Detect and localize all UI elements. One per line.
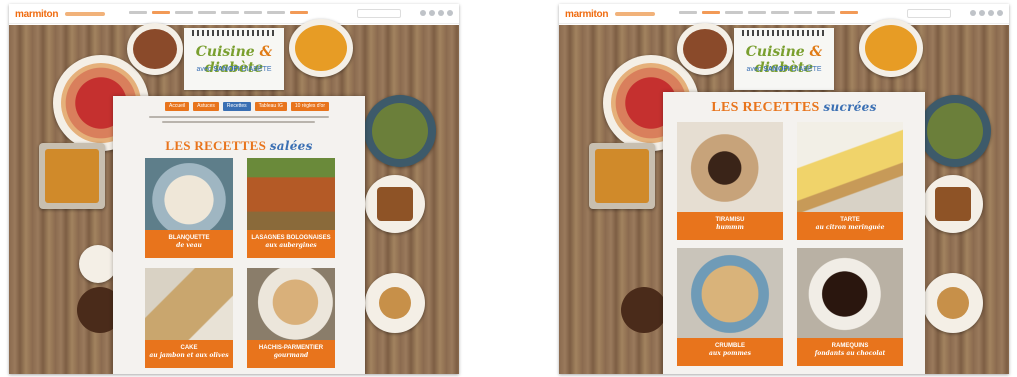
- nav-link[interactable]: [725, 11, 743, 14]
- recipe-label: RAMEQUINS fondants au chocolat: [797, 338, 903, 366]
- social-icons: [970, 10, 1003, 16]
- section-tabs: Accueil Astuces Recettes Tableau IG 10 r…: [165, 102, 329, 111]
- nav-link[interactable]: [129, 11, 147, 14]
- cake-plate: [923, 175, 983, 233]
- small-plate: [79, 245, 117, 283]
- recipe-card[interactable]: CRUMBLE aux pommes: [677, 248, 783, 366]
- nav-link[interactable]: [748, 11, 766, 14]
- recipe-card[interactable]: TARTE au citron meringuée: [797, 122, 903, 240]
- social-icons: [420, 10, 453, 16]
- soup-bowl: [859, 19, 923, 77]
- tab-accueil[interactable]: Accueil: [165, 102, 190, 111]
- recipe-card[interactable]: LASAGNES BOLOGNAISES aux aubergines: [247, 158, 335, 258]
- twitter-icon[interactable]: [429, 10, 435, 16]
- nav-link[interactable]: [221, 11, 239, 14]
- nav-link[interactable]: [267, 11, 285, 14]
- recipe-card[interactable]: TIRAMISU hummm: [677, 122, 783, 240]
- recipe-photo: [677, 122, 783, 214]
- recipe-label: CRUMBLE aux pommes: [677, 338, 783, 366]
- site-header: marmiton: [559, 4, 1009, 24]
- main-nav: [129, 11, 308, 14]
- gratin: [589, 143, 655, 209]
- pinterest-icon[interactable]: [988, 10, 994, 16]
- tab-astuces[interactable]: Astuces: [193, 102, 219, 111]
- banner-subtitle: avec SANOFI DIABÈTE: [196, 66, 272, 73]
- recipe-card[interactable]: BLANQUETTE de veau: [145, 158, 233, 258]
- recipe-photo: [247, 158, 335, 234]
- pinterest-icon[interactable]: [438, 10, 444, 16]
- notebook-rings: [742, 30, 826, 36]
- gratin: [39, 143, 105, 209]
- recipe-label: TARTE au citron meringuée: [797, 212, 903, 240]
- banner-subtitle: avec SANOFI DIABÈTE: [746, 66, 822, 73]
- salad-pot: [364, 95, 436, 167]
- pastry-plate: [923, 273, 983, 333]
- mail-icon[interactable]: [997, 10, 1003, 16]
- tab-tableau-ig[interactable]: Tableau IG: [254, 102, 287, 111]
- recipe-photo: [677, 248, 783, 340]
- recipe-card[interactable]: HACHIS-PARMENTIER gourmand: [247, 268, 335, 368]
- nav-link[interactable]: [794, 11, 812, 14]
- facebook-icon[interactable]: [420, 10, 426, 16]
- pastry-plate: [365, 273, 425, 333]
- logo-tagline: [65, 12, 105, 16]
- bowl: [677, 23, 733, 75]
- nav-link-highlight[interactable]: [840, 11, 858, 14]
- search-input[interactable]: [357, 9, 401, 18]
- tab-recettes[interactable]: Recettes: [222, 102, 251, 111]
- soup-bowl: [289, 19, 353, 77]
- nav-link-active[interactable]: [702, 11, 720, 14]
- recipe-photo: [145, 268, 233, 344]
- tab-regles-or[interactable]: 10 règles d'or: [290, 102, 329, 111]
- recipes-panel: LES RECETTES sucrées TIRAMISU hummm TARTE…: [663, 92, 925, 374]
- section-heading: LES RECETTES salées: [165, 138, 313, 153]
- recipe-card[interactable]: CAKE au jambon et aux olives: [145, 268, 233, 368]
- recipe-label: HACHIS-PARMENTIER gourmand: [247, 340, 335, 368]
- site-header: marmiton: [9, 4, 459, 24]
- screenshot-sucrees: marmiton Cuisine & diabète avec SANOFI D…: [559, 4, 1009, 374]
- recipe-label: LASAGNES BOLOGNAISES aux aubergines: [247, 230, 335, 258]
- nav-link-highlight[interactable]: [290, 11, 308, 14]
- nav-link[interactable]: [175, 11, 193, 14]
- screenshot-salees: marmiton Cuisine & diabète avec SANOFI D…: [9, 4, 459, 374]
- recipe-card[interactable]: RAMEQUINS fondants au chocolat: [797, 248, 903, 366]
- marmiton-logo[interactable]: marmiton: [15, 9, 58, 20]
- notebook-rings: [192, 30, 276, 36]
- notebook-banner: Cuisine & diabète avec SANOFI DIABÈTE: [184, 28, 284, 90]
- recipe-photo: [797, 122, 903, 214]
- recipe-photo: [247, 268, 335, 344]
- main-nav: [679, 11, 858, 14]
- section-heading: LES RECETTES sucrées: [711, 100, 877, 115]
- nav-link[interactable]: [771, 11, 789, 14]
- twitter-icon[interactable]: [979, 10, 985, 16]
- chocolates: [621, 287, 667, 333]
- nav-link[interactable]: [817, 11, 835, 14]
- nav-link[interactable]: [679, 11, 697, 14]
- notebook-banner: Cuisine & diabète avec SANOFI DIABÈTE: [734, 28, 834, 90]
- cake-plate: [365, 175, 425, 233]
- recipe-photo: [145, 158, 233, 234]
- search-input[interactable]: [907, 9, 951, 18]
- salad-pot: [919, 95, 991, 167]
- nav-link-active[interactable]: [152, 11, 170, 14]
- recipes-panel: Accueil Astuces Recettes Tableau IG 10 r…: [113, 96, 365, 374]
- recipe-photo: [797, 248, 903, 340]
- recipe-label: CAKE au jambon et aux olives: [145, 340, 233, 368]
- nav-link[interactable]: [244, 11, 262, 14]
- facebook-icon[interactable]: [970, 10, 976, 16]
- logo-tagline: [615, 12, 655, 16]
- nav-link[interactable]: [198, 11, 216, 14]
- intro-text: [149, 116, 329, 126]
- marmiton-logo[interactable]: marmiton: [565, 9, 608, 20]
- mail-icon[interactable]: [447, 10, 453, 16]
- recipe-label: TIRAMISU hummm: [677, 212, 783, 240]
- recipe-label: BLANQUETTE de veau: [145, 230, 233, 258]
- bowl: [127, 23, 183, 75]
